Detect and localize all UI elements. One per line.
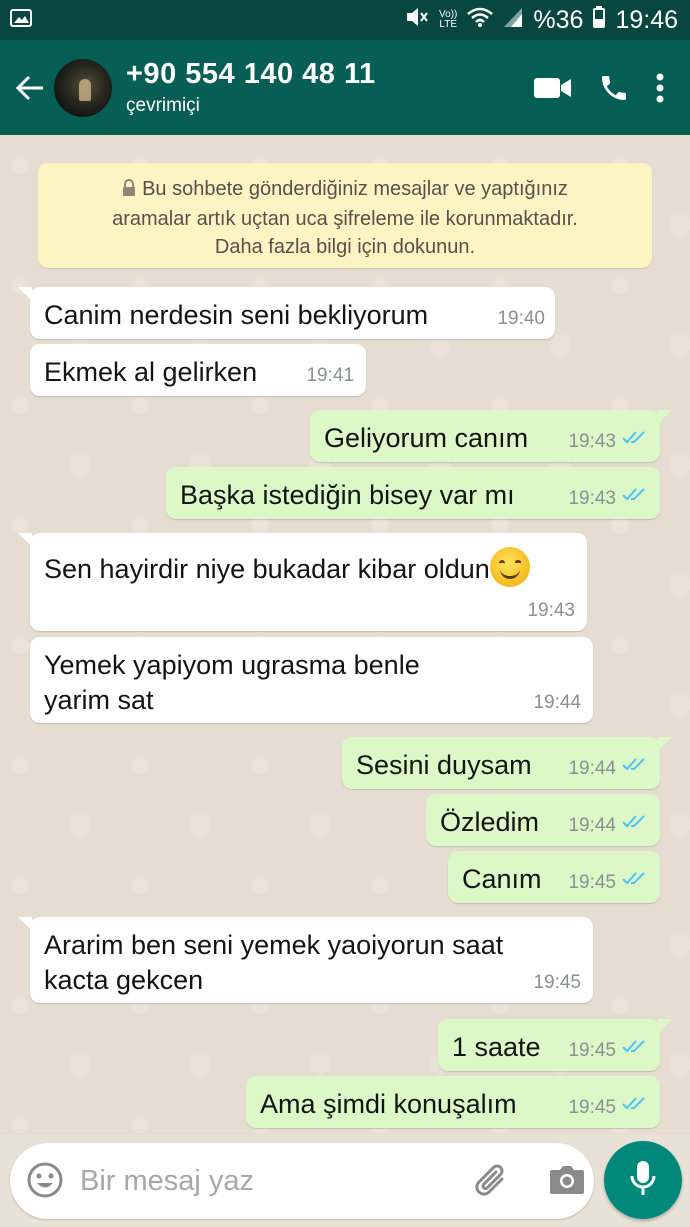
chat-header: +90 554 140 48 11 çevrimiçi [0, 40, 690, 135]
mic-icon [630, 1160, 656, 1201]
message-text: Canim nerdesin seni bekliyorum [44, 300, 429, 330]
notice-line-3: Daha fazla bilgi için dokunun. [214, 236, 476, 258]
message-text: Ekmek al gelirken [44, 357, 258, 387]
message-input[interactable] [80, 1163, 450, 1199]
back-arrow-icon[interactable] [6, 40, 54, 135]
contact-status: çevrimiçi [126, 95, 200, 116]
video-call-icon[interactable] [534, 76, 572, 100]
read-ticks-icon [622, 748, 648, 779]
message-incoming[interactable]: Yemek yapiyom ugrasma benle yarim sat 19… [30, 637, 593, 723]
avatar[interactable] [54, 58, 112, 117]
message-text: yarim sat [44, 685, 154, 715]
contact-name[interactable]: +90 554 140 48 11 [126, 58, 534, 91]
message-text: kacta gekcen [44, 965, 204, 995]
message-incoming[interactable]: Ararim ben seni yemek yaoiyorun saat kac… [18, 917, 593, 1003]
message-time: 19:41 [306, 365, 354, 386]
battery-label: %36 [533, 5, 584, 34]
message-time: 19:45 [533, 972, 581, 993]
lock-icon [122, 177, 136, 205]
message-outgoing[interactable]: Sesini duysam 19:44 [342, 737, 672, 789]
message-text: Başka istediğin bisey var mı [180, 480, 515, 510]
message-incoming[interactable]: Ekmek al gelirken 19:41 [30, 344, 366, 396]
message-outgoing[interactable]: Ama şimdi konuşalım 19:45 [246, 1076, 660, 1128]
read-ticks-icon [622, 862, 648, 893]
gallery-icon [10, 8, 32, 32]
message-outgoing[interactable]: Başka istediğin bisey var mı 19:43 [166, 467, 660, 519]
message-time: 19:40 [497, 308, 545, 329]
message-outgoing[interactable]: Özledim 19:44 [426, 794, 660, 846]
message-time: 19:44 [568, 815, 616, 836]
message-text: 1 saate [452, 1032, 541, 1062]
message-outgoing[interactable]: 1 saate 19:45 [438, 1019, 672, 1071]
message-text: Sesini duysam [356, 750, 532, 780]
attach-icon[interactable] [472, 1161, 512, 1206]
message-outgoing[interactable]: Canım 19:45 [448, 851, 660, 903]
read-ticks-icon [622, 805, 648, 836]
battery-icon [593, 5, 606, 35]
read-ticks-icon [622, 1087, 648, 1118]
message-text-line: Sen hayirdir niye bukadar kibar oldun [44, 547, 530, 587]
status-bar: Vo)) LTE %36 19:46 [0, 0, 690, 40]
message-text: Ama şimdi konuşalım [260, 1089, 517, 1119]
contact-info[interactable]: +90 554 140 48 11 çevrimiçi [126, 58, 534, 117]
message-text: Özledim [440, 807, 540, 837]
message-time: 19:45 [568, 1097, 616, 1118]
message-outgoing[interactable]: Geliyorum canım 19:43 [310, 410, 672, 462]
mic-button[interactable] [604, 1141, 682, 1219]
volte-indicator: Vo)) LTE [439, 9, 458, 30]
phone-icon[interactable] [598, 72, 630, 104]
message-time: 19:43 [527, 600, 575, 621]
message-time: 19:45 [568, 872, 616, 893]
notice-line-1: Bu sohbete gönderdiğiniz mesajlar ve yap… [142, 178, 568, 200]
message-time: 19:45 [568, 1040, 616, 1061]
camera-icon[interactable] [548, 1161, 586, 1204]
more-vert-icon[interactable] [656, 73, 664, 103]
clock: 19:46 [615, 5, 678, 34]
emoji-icon[interactable] [26, 1161, 64, 1204]
message-time: 19:43 [568, 488, 616, 509]
message-text: Ararim ben seni yemek yaoiyorun saat [44, 930, 504, 960]
read-ticks-icon [622, 478, 648, 509]
signal-icon [503, 6, 523, 35]
message-time: 19:44 [533, 692, 581, 713]
message-time: 19:43 [568, 431, 616, 452]
message-text: Yemek yapiyom ugrasma benle [44, 650, 420, 680]
message-composer [10, 1143, 594, 1219]
notice-line-2: aramalar artık uçtan uca şifreleme ile k… [112, 208, 578, 230]
message-text: Geliyorum canım [324, 423, 529, 453]
chat-area[interactable]: Bu sohbete gönderdiğiniz mesajlar ve yap… [0, 135, 690, 1135]
read-ticks-icon [622, 1030, 648, 1061]
read-ticks-icon [622, 421, 648, 452]
message-incoming[interactable]: Sen hayirdir niye bukadar kibar oldun 19… [18, 533, 587, 631]
wifi-icon [467, 6, 494, 35]
encryption-notice[interactable]: Bu sohbete gönderdiğiniz mesajlar ve yap… [38, 163, 652, 268]
message-text: Sen hayirdir niye bukadar kibar oldun [44, 554, 490, 584]
message-time: 19:44 [568, 758, 616, 779]
smiling-face-icon [489, 547, 530, 587]
mute-icon [405, 6, 429, 35]
message-incoming[interactable]: Canim nerdesin seni bekliyorum 19:40 [18, 287, 555, 339]
message-text: Canım [462, 864, 542, 894]
